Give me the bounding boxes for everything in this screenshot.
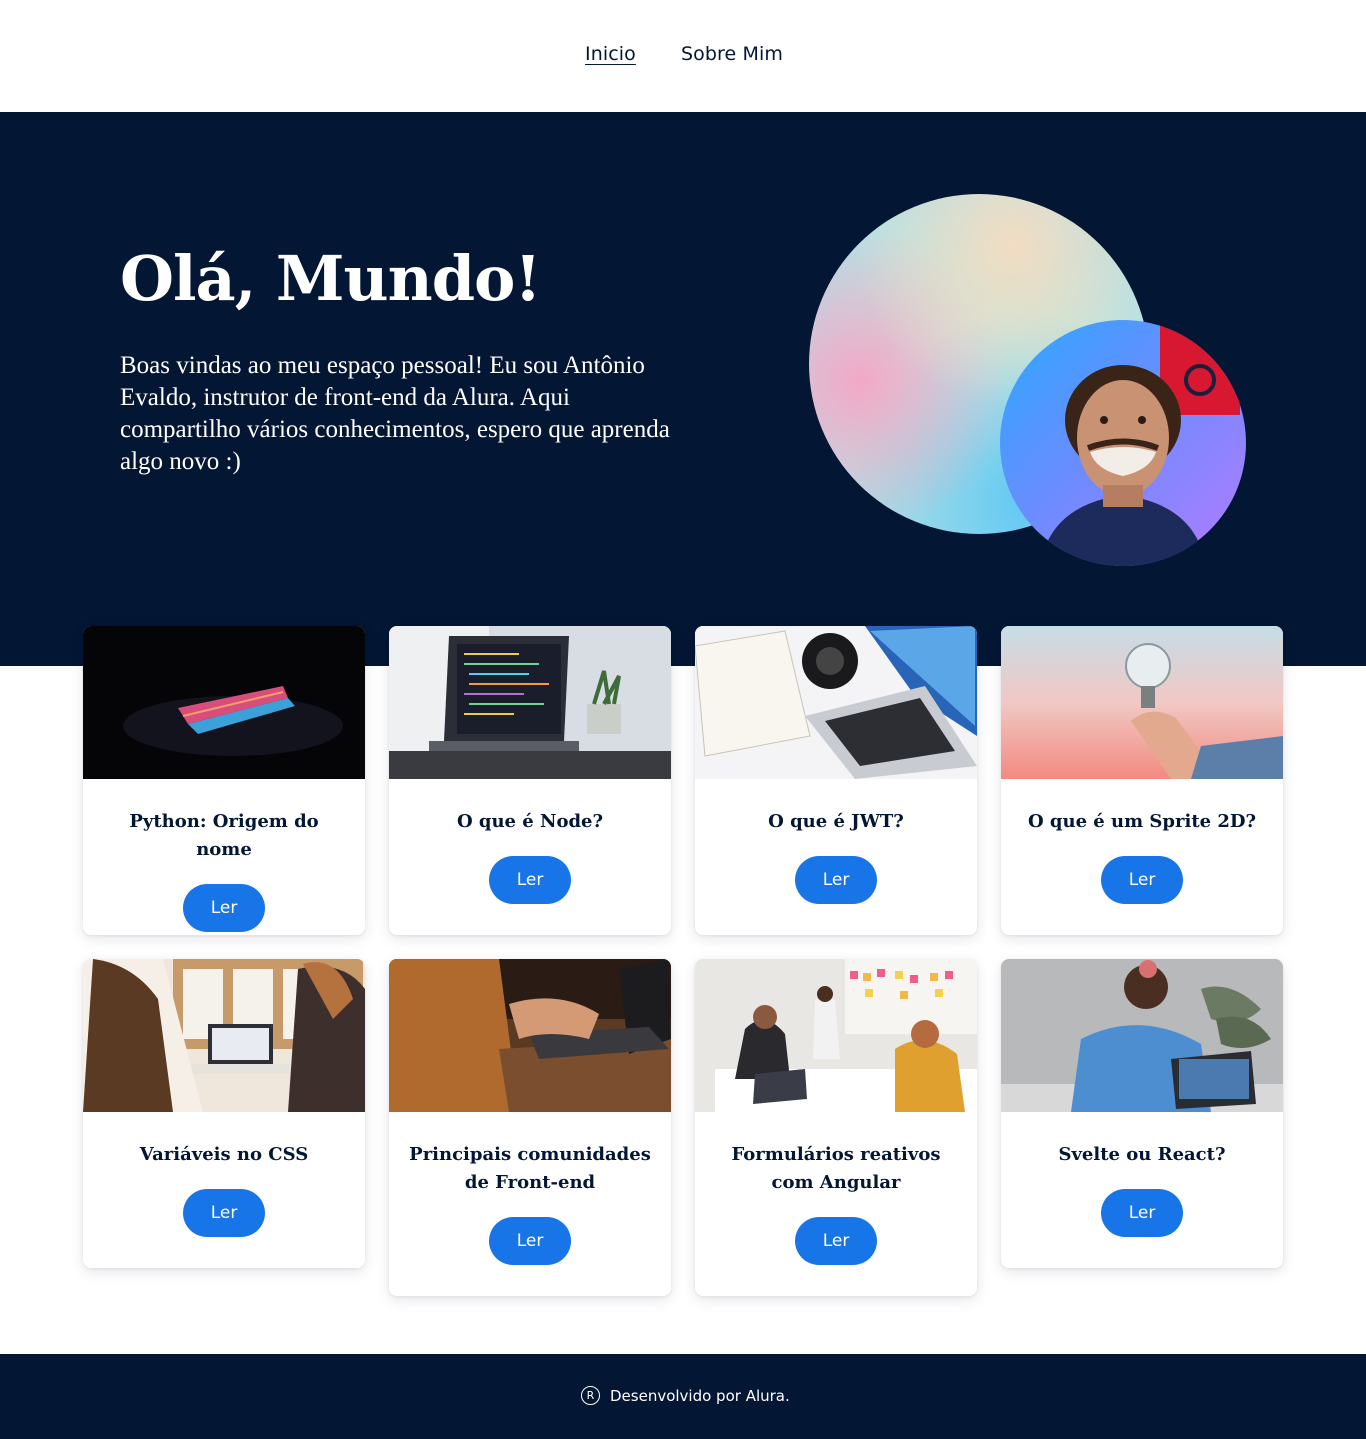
post-card: Python: Origem do nome Ler — [83, 626, 365, 935]
avatar — [1000, 320, 1246, 566]
card-title: O que é Node? — [456, 811, 604, 832]
post-card: O que é Node? Ler — [389, 626, 671, 935]
registered-icon: R — [581, 1386, 600, 1405]
read-button[interactable]: Ler — [183, 1189, 265, 1237]
card-image — [83, 626, 365, 779]
card-image — [83, 959, 365, 1112]
card-title: O que é um Sprite 2D? — [1027, 811, 1257, 832]
post-card: O que é JWT? Ler — [695, 626, 977, 935]
hero-title: Olá, Mundo! — [120, 242, 542, 315]
post-card: O que é um Sprite 2D? Ler — [1001, 626, 1283, 935]
card-image — [1001, 626, 1283, 779]
read-button[interactable]: Ler — [795, 1217, 877, 1265]
footer-text: Desenvolvido por Alura. — [610, 1386, 790, 1405]
card-title: Formulários reativos com Angular — [731, 1144, 941, 1193]
card-title: Python: Origem do nome — [129, 811, 319, 860]
post-card: Variáveis no CSS Ler — [83, 959, 365, 1268]
post-card: Formulários reativos com Angular Ler — [695, 959, 977, 1296]
card-title: Variáveis no CSS — [139, 1144, 309, 1165]
read-button[interactable]: Ler — [489, 1217, 571, 1265]
card-image — [389, 959, 671, 1112]
post-card: Svelte ou React? Ler — [1001, 959, 1283, 1268]
nav-link-sobre-mim[interactable]: Sobre Mim — [681, 43, 783, 65]
hero-text: Boas vindas ao meu espaço pessoal! Eu so… — [120, 352, 670, 475]
card-title: Svelte ou React? — [1058, 1144, 1226, 1165]
card-title: O que é JWT? — [768, 811, 904, 832]
nav-link-inicio[interactable]: Inicio — [585, 43, 636, 65]
read-button[interactable]: Ler — [183, 884, 265, 932]
hero-section: Olá, Mundo! Boas vindas ao meu espaço pe… — [0, 112, 1366, 666]
post-card: Principais comunidades de Front-end Ler — [389, 959, 671, 1296]
card-image — [695, 626, 977, 779]
top-nav: Inicio Sobre Mim — [0, 0, 1366, 112]
card-image — [1001, 959, 1283, 1112]
read-button[interactable]: Ler — [489, 856, 571, 904]
read-button[interactable]: Ler — [1101, 856, 1183, 904]
footer: R Desenvolvido por Alura. — [0, 1354, 1366, 1439]
read-button[interactable]: Ler — [1101, 1189, 1183, 1237]
read-button[interactable]: Ler — [795, 856, 877, 904]
card-image — [695, 959, 977, 1112]
card-title: Principais comunidades de Front-end — [409, 1144, 651, 1193]
footer-credit: R Desenvolvido por Alura. — [581, 1386, 790, 1405]
card-image — [389, 626, 671, 779]
